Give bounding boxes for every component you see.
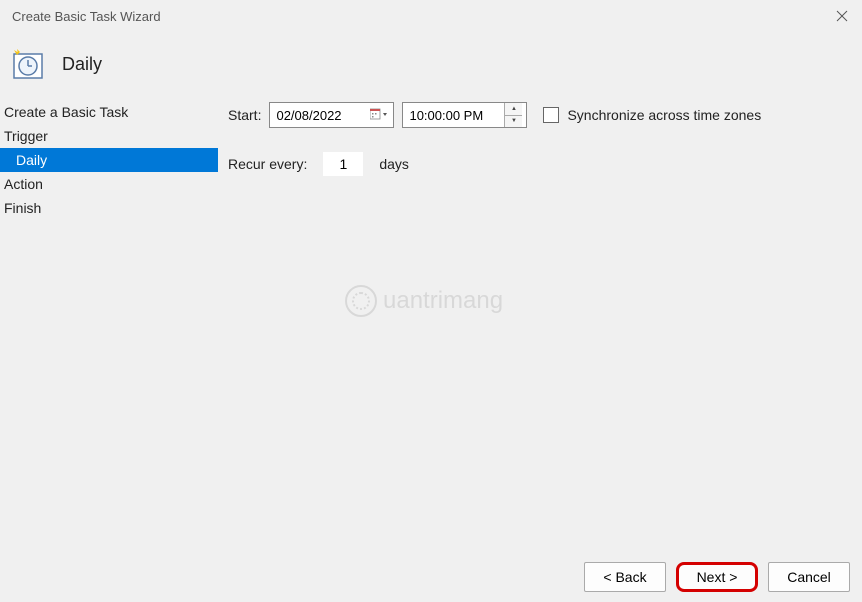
recur-unit-label: days [379,156,409,172]
calendar-dropdown-icon[interactable] [369,107,389,123]
next-button[interactable]: Next > [676,562,758,592]
page-title: Daily [62,54,102,75]
sidebar-item-daily[interactable]: Daily [0,148,218,172]
button-bar: < Back Next > Cancel [584,562,850,592]
date-input[interactable] [276,108,356,123]
clock-icon [12,48,44,80]
recur-input[interactable] [323,152,363,176]
back-button[interactable]: < Back [584,562,666,592]
sync-checkbox[interactable] [543,107,559,123]
time-spinner: ▲ ▼ [504,103,522,127]
sidebar-item-action[interactable]: Action [0,172,218,196]
wizard-header: Daily [0,32,862,100]
wizard-steps-sidebar: Create a Basic Task Trigger Daily Action… [0,100,218,550]
start-row: Start: ▲ ▼ [228,102,842,128]
spinner-up-button[interactable]: ▲ [505,103,522,116]
spinner-down-button[interactable]: ▼ [505,116,522,128]
window-title: Create Basic Task Wizard [12,9,161,24]
recur-row: Recur every: days [228,152,842,176]
content-area: Create a Basic Task Trigger Daily Action… [0,100,862,550]
sidebar-item-trigger[interactable]: Trigger [0,124,218,148]
cancel-button[interactable]: Cancel [768,562,850,592]
close-icon [836,10,848,22]
sidebar-item-finish[interactable]: Finish [0,196,218,220]
sync-label: Synchronize across time zones [567,107,761,123]
time-input[interactable] [409,108,504,123]
recur-label: Recur every: [228,156,307,172]
close-button[interactable] [834,8,850,24]
sync-checkbox-group: Synchronize across time zones [543,107,761,123]
date-picker[interactable] [269,102,394,128]
time-picker[interactable]: ▲ ▼ [402,102,527,128]
main-panel: Start: ▲ ▼ [218,100,862,550]
start-label: Start: [228,107,261,123]
titlebar: Create Basic Task Wizard [0,0,862,32]
sidebar-item-create-task[interactable]: Create a Basic Task [0,100,218,124]
